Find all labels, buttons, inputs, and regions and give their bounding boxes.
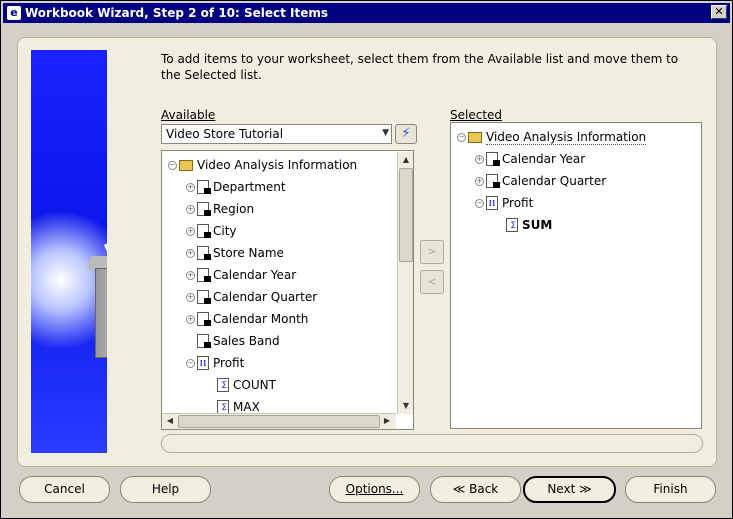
tree-node-label: City <box>213 224 237 238</box>
tree-node-label: Profit <box>502 196 534 210</box>
finish-button[interactable]: Finish <box>625 476 716 503</box>
tree-node[interactable]: Σ SUM <box>495 215 552 235</box>
tree-node[interactable]: + Calendar Year <box>186 265 296 285</box>
tree-node-label: Video Analysis Information <box>486 129 647 145</box>
remove-item-button[interactable]: < <box>420 270 444 294</box>
item-icon <box>486 174 500 188</box>
hscroll-thumb[interactable] <box>178 415 380 428</box>
back-button[interactable]: ≪ Back <box>430 476 521 503</box>
back-arrow-icon: ≪ <box>452 482 466 496</box>
folder-icon <box>179 159 193 171</box>
expand-icon[interactable]: + <box>186 248 195 258</box>
scroll-thumb[interactable] <box>399 168 413 262</box>
options-button[interactable]: Options... <box>329 476 420 503</box>
tree-node-label: SUM <box>522 218 553 232</box>
folder-icon <box>468 131 482 143</box>
available-tree[interactable]: − Video Analysis Information + Department + R… <box>161 150 414 430</box>
scroll-down-icon[interactable]: ▼ <box>399 399 413 413</box>
tree-node[interactable]: + Calendar Quarter <box>186 287 317 307</box>
business-area-select[interactable]: Video Store Tutorial ▼ <box>161 124 392 144</box>
expand-icon[interactable]: + <box>186 204 195 214</box>
tree-node-label: Store Name <box>213 246 284 260</box>
expand-icon[interactable]: + <box>475 154 484 164</box>
title-bar: e Workbook Wizard, Step 2 of 10: Select … <box>3 3 730 23</box>
expand-icon[interactable]: + <box>186 226 195 236</box>
available-hscrollbar[interactable]: ◀ ▶ <box>162 413 396 429</box>
item-icon <box>197 202 211 216</box>
aggregate-icon: Σ <box>217 400 229 414</box>
next-button[interactable]: Next ≫ <box>523 476 616 503</box>
tree-node-label: Profit <box>213 356 245 370</box>
item-icon <box>197 312 211 326</box>
tree-node-label: Sales Band <box>213 334 280 348</box>
collapse-icon[interactable]: − <box>475 198 484 208</box>
cancel-button[interactable]: Cancel <box>19 476 110 503</box>
status-bar <box>161 434 703 453</box>
tree-node[interactable]: Σ COUNT <box>206 375 276 395</box>
collapse-icon[interactable]: − <box>457 132 466 142</box>
tree-node-label: Video Analysis Information <box>197 158 358 172</box>
scroll-right-icon[interactable]: ▶ <box>380 414 394 428</box>
tree-node[interactable]: − ⁞⁞ Profit <box>475 193 533 213</box>
tree-node[interactable]: + Calendar Year <box>475 149 585 169</box>
expand-icon[interactable]: + <box>186 182 195 192</box>
tree-node-label: Region <box>213 202 255 216</box>
tree-node-label: COUNT <box>233 378 276 392</box>
add-item-button[interactable]: > <box>420 240 444 264</box>
collapse-icon[interactable]: − <box>168 160 177 170</box>
measure-icon: ⁞⁞ <box>486 196 498 210</box>
tree-node[interactable]: + Store Name <box>186 243 284 263</box>
expand-icon[interactable]: + <box>186 292 195 302</box>
collapse-icon[interactable]: − <box>186 358 195 368</box>
tree-node-label: Department <box>213 180 286 194</box>
window-title: Workbook Wizard, Step 2 of 10: Select It… <box>25 6 329 20</box>
help-button[interactable]: Help <box>120 476 211 503</box>
tree-node-label: Calendar Quarter <box>213 290 318 304</box>
tree-node-label: MAX <box>233 400 260 414</box>
expand-icon[interactable]: + <box>186 270 195 280</box>
tree-node[interactable]: Sales Band <box>186 331 280 351</box>
aggregate-icon: Σ <box>506 218 518 232</box>
tree-node[interactable]: + Region <box>186 199 254 219</box>
tree-node[interactable]: + Department <box>186 177 286 197</box>
item-icon <box>197 180 211 194</box>
available-vscrollbar[interactable]: ▲ ▼ <box>397 152 413 414</box>
tree-node[interactable]: − Video Analysis Information <box>457 127 647 147</box>
wizard-banner-image <box>31 50 107 453</box>
tree-node[interactable]: + Calendar Quarter <box>475 171 606 191</box>
tree-node[interactable]: + Calendar Month <box>186 309 308 329</box>
tree-node-label: Calendar Month <box>213 312 309 326</box>
tree-node[interactable]: + City <box>186 221 237 241</box>
item-icon <box>197 268 211 282</box>
selected-tree[interactable]: − Video Analysis Information + Calendar Yea… <box>450 122 702 429</box>
item-icon <box>197 224 211 238</box>
scroll-left-icon[interactable]: ◀ <box>163 414 177 428</box>
available-label: Available <box>161 108 216 122</box>
measure-icon: ⁞⁞ <box>197 356 209 370</box>
expand-icon[interactable]: + <box>186 314 195 324</box>
selected-label: Selected <box>450 108 503 122</box>
tree-node-label: Calendar Year <box>213 268 297 282</box>
item-icon <box>486 152 500 166</box>
instructions-text: To add items to your worksheet, select t… <box>161 52 679 82</box>
app-icon: e <box>7 6 21 20</box>
tree-node-label: Calendar Year <box>502 152 586 166</box>
next-arrow-icon: ≫ <box>579 482 592 496</box>
tree-node-label: Calendar Quarter <box>502 174 607 188</box>
close-icon[interactable]: ✕ <box>711 5 727 19</box>
tree-node[interactable]: − Video Analysis Information <box>168 155 357 175</box>
tree-node[interactable]: − ⁞⁞ Profit <box>186 353 244 373</box>
expand-icon[interactable]: + <box>475 176 484 186</box>
chevron-down-icon: ▼ <box>382 128 389 138</box>
wizard-window: e Workbook Wizard, Step 2 of 10: Select … <box>0 0 733 519</box>
aggregate-icon: Σ <box>217 378 229 392</box>
scroll-up-icon[interactable]: ▲ <box>399 153 413 167</box>
filter-wand-icon[interactable]: ⚡ <box>395 124 417 144</box>
item-icon <box>197 290 211 304</box>
item-icon <box>197 334 211 348</box>
item-icon <box>197 246 211 260</box>
